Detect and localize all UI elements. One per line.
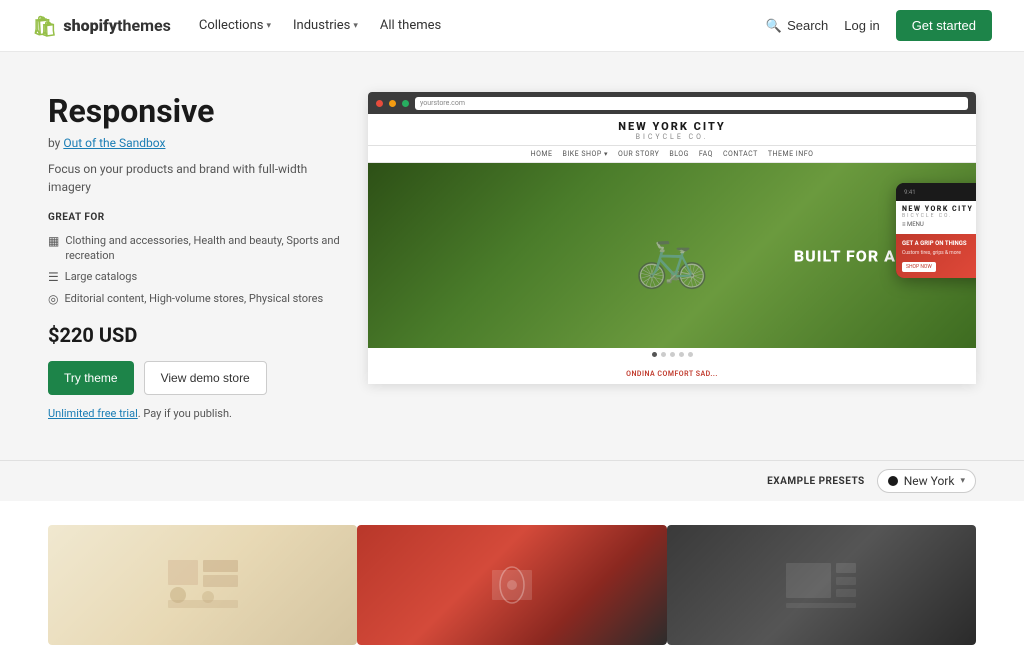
navbar: 🛍 shopifythemes Collections ▾ Industries… (0, 0, 1024, 52)
free-trial-text: Unlimited free trial. Pay if you publish… (48, 407, 348, 420)
mobile-site-subtitle: BICYCLE CO. (902, 213, 976, 219)
mobile-preview: 9:41 ▌▌ NEW YORK CITY BICYCLE CO. ≡ MENU… (896, 183, 976, 278)
list-item: ▦ Clothing and accessories, Health and b… (48, 233, 348, 264)
hero-section: Responsive by Out of the Sandbox Focus o… (0, 52, 1024, 460)
logo-wordmark: shopifythemes (63, 16, 170, 35)
theme-thumb-image-2 (472, 555, 552, 615)
view-demo-button[interactable]: View demo store (144, 361, 267, 395)
theme-title: Responsive (48, 92, 348, 130)
mobile-site-content: NEW YORK CITY BICYCLE CO. ≡ MENU (896, 201, 976, 234)
logo-shopify: shopify (63, 16, 117, 35)
feature-list: ▦ Clothing and accessories, Health and b… (48, 233, 348, 307)
presets-dropdown[interactable]: New York ▾ (877, 469, 976, 493)
logo-themes: themes (117, 16, 171, 35)
theme-card-1[interactable] (48, 525, 357, 645)
hero-content: Responsive by Out of the Sandbox Focus o… (48, 92, 348, 460)
chevron-down-icon: ▾ (353, 21, 358, 31)
preset-selected: New York (904, 474, 955, 488)
list-icon: ☰ (48, 269, 59, 286)
preview-nav: HOME BIKE SHOP ▾ OUR STORY BLOG FAQ CONT… (368, 146, 976, 163)
browser-bar: yourstore.com (368, 92, 976, 114)
preview-nav-dots (368, 348, 976, 361)
nav-right: 🔍 Search Log in Get started (766, 10, 992, 41)
author-link[interactable]: Out of the Sandbox (63, 136, 165, 150)
theme-thumbnail-2 (357, 525, 666, 645)
preview-hero-text: BUILT FOR A (794, 246, 896, 265)
list-item: ☰ Large catalogs (48, 269, 348, 286)
login-button[interactable]: Log in (844, 18, 879, 33)
mobile-time: 9:41 (904, 189, 916, 196)
search-button[interactable]: 🔍 Search (766, 18, 828, 34)
nav-dot-1 (652, 352, 657, 357)
grid-icon: ▦ (48, 233, 59, 250)
free-trial-link[interactable]: Unlimited free trial (48, 407, 138, 420)
theme-card-2[interactable] (357, 525, 666, 645)
mobile-status-bar: 9:41 ▌▌ (896, 183, 976, 201)
nav-collections[interactable]: Collections ▾ (199, 18, 271, 33)
cta-buttons: Try theme View demo store (48, 361, 348, 395)
logo-icon: 🛍 (32, 14, 57, 38)
address-bar: yourstore.com (415, 97, 968, 110)
preview-site-subtitle: BICYCLE CO. (368, 133, 976, 141)
store-icon: ◎ (48, 291, 58, 308)
window-min-dot (389, 100, 396, 107)
window-close-dot (376, 100, 383, 107)
nav-left: 🛍 shopifythemes Collections ▾ Industries… (32, 14, 441, 38)
nav-dot-3 (670, 352, 675, 357)
nav-dot-2 (661, 352, 666, 357)
chevron-down-icon: ▾ (266, 21, 271, 31)
presets-bar: EXAMPLE PRESETS New York ▾ (0, 460, 1024, 501)
search-icon: 🔍 (766, 18, 782, 34)
chevron-down-icon: ▾ (960, 476, 965, 486)
great-for-label: GREAT FOR (48, 212, 348, 223)
theme-card-3[interactable] (667, 525, 976, 645)
preview-site-header: NEW YORK CITY BICYCLE CO. (368, 114, 976, 146)
window-max-dot (402, 100, 409, 107)
theme-grid (0, 501, 1024, 669)
bike-icon: 🚲 (635, 220, 710, 291)
preview-hero-image: 🚲 BUILT FOR A 9:41 ▌▌ NEW YORK CITY BICY… (368, 163, 976, 348)
mobile-menu-line: ≡ MENU (902, 221, 976, 228)
desktop-preview: yourstore.com NEW YORK CITY BICYCLE CO. … (368, 92, 976, 384)
mobile-promo-banner: GET A GRIP ON THINGS Custom tires, grips… (896, 234, 976, 278)
nav-dot-5 (688, 352, 693, 357)
theme-thumb-image-3 (781, 555, 861, 615)
theme-author: by Out of the Sandbox (48, 136, 348, 150)
theme-price: $220 USD (48, 323, 348, 347)
try-theme-button[interactable]: Try theme (48, 361, 134, 395)
theme-thumbnail-3 (667, 525, 976, 645)
preview-site-title: NEW YORK CITY (368, 120, 976, 133)
nav-all-themes[interactable]: All themes (380, 18, 441, 33)
preset-color-dot (888, 476, 898, 486)
theme-preview: yourstore.com NEW YORK CITY BICYCLE CO. … (348, 92, 976, 460)
theme-thumbnail-1 (48, 525, 357, 645)
preview-product-label: ONDINA COMFORT SAD... (368, 361, 976, 383)
theme-description: Focus on your products and brand with fu… (48, 160, 348, 196)
preview-body: NEW YORK CITY BICYCLE CO. HOME BIKE SHOP… (368, 114, 976, 384)
get-started-button[interactable]: Get started (896, 10, 992, 41)
presets-label: EXAMPLE PRESETS (767, 476, 865, 487)
mobile-cta-button: SHOP NOW (902, 262, 936, 272)
list-item: ◎ Editorial content, High-volume stores,… (48, 291, 348, 308)
logo[interactable]: 🛍 shopifythemes (32, 14, 171, 38)
theme-thumb-image-1 (163, 555, 243, 615)
nav-dot-4 (679, 352, 684, 357)
nav-industries[interactable]: Industries ▾ (293, 18, 358, 33)
nav-links: Collections ▾ Industries ▾ All themes (199, 18, 441, 33)
